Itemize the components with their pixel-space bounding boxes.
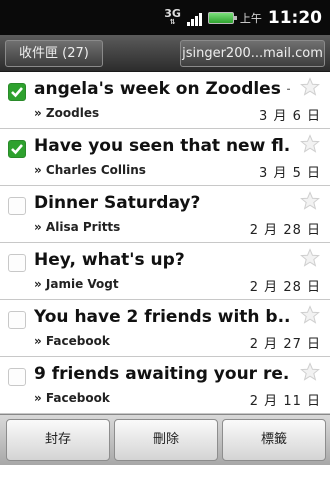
- message-date: 3 月 5 日: [259, 166, 321, 181]
- checkmark-icon: [11, 144, 23, 155]
- star-icon[interactable]: [300, 248, 320, 268]
- message-sender: » Facebook: [34, 391, 110, 405]
- message-date: 2 月 28 日: [249, 223, 321, 238]
- select-checkbox[interactable]: [8, 368, 26, 386]
- message-date: 3 月 6 日: [259, 109, 321, 124]
- select-checkbox[interactable]: [8, 254, 26, 272]
- status-bar: 3G ⇅ 上午 11:20: [0, 0, 330, 35]
- star-icon[interactable]: [300, 134, 320, 154]
- action-bar: 封存 刪除 標籤: [0, 414, 330, 465]
- header-bar: 收件匣 (27) jsinger200...mail.com: [0, 35, 330, 72]
- checkmark-icon: [11, 87, 23, 98]
- battery-icon: [207, 11, 237, 24]
- message-sender: » Alisa Pritts: [34, 220, 121, 234]
- message-subject: 9 friends awaiting your re...: [34, 364, 290, 384]
- select-checkbox[interactable]: [8, 140, 26, 158]
- message-date: 2 月 27 日: [249, 337, 321, 352]
- message-row[interactable]: You have 2 friends with b... » Facebook …: [0, 300, 330, 357]
- message-sender: » Zoodles: [34, 106, 100, 120]
- network-3g-icon: 3G ⇅: [164, 6, 181, 26]
- select-checkbox[interactable]: [8, 197, 26, 215]
- message-subject: You have 2 friends with b...: [34, 307, 290, 327]
- message-row[interactable]: Hey, what's up? » Jamie Vogt 2 月 28 日: [0, 243, 330, 300]
- message-subject: Have you seen that new fl...: [34, 136, 290, 156]
- message-sender: » Charles Collins: [34, 163, 146, 177]
- delete-button[interactable]: 刪除: [114, 419, 218, 461]
- star-icon[interactable]: [300, 191, 320, 211]
- status-icons: 3G ⇅ 上午 11:20: [164, 0, 322, 35]
- message-subject: Dinner Saturday?: [34, 193, 201, 213]
- message-date: 2 月 28 日: [249, 280, 321, 295]
- labels-button[interactable]: 標籤: [222, 419, 326, 461]
- select-checkbox[interactable]: [8, 83, 26, 101]
- folder-button[interactable]: 收件匣 (27): [5, 40, 103, 67]
- message-sender: » Jamie Vogt: [34, 277, 119, 291]
- message-subject: Hey, what's up?: [34, 250, 185, 270]
- clock-ampm: 上午: [239, 11, 262, 25]
- message-date: 2 月 11 日: [249, 394, 321, 409]
- star-icon[interactable]: [300, 305, 320, 325]
- message-sender: » Facebook: [34, 334, 110, 348]
- star-icon[interactable]: [300, 77, 320, 97]
- clock-time: 11:20: [267, 7, 322, 28]
- message-row[interactable]: Dinner Saturday? » Alisa Pritts 2 月 28 日: [0, 186, 330, 243]
- message-list: angela's week on Zoodles - ... » Zoodles…: [0, 72, 330, 414]
- message-row[interactable]: angela's week on Zoodles - ... » Zoodles…: [0, 72, 330, 129]
- signal-strength-icon: [186, 10, 202, 26]
- message-snippet: - ...: [281, 79, 290, 99]
- message-row[interactable]: Have you seen that new fl... » Charles C…: [0, 129, 330, 186]
- select-checkbox[interactable]: [8, 311, 26, 329]
- star-icon[interactable]: [300, 362, 320, 382]
- message-row[interactable]: 9 friends awaiting your re... » Facebook…: [0, 357, 330, 414]
- archive-button[interactable]: 封存: [6, 419, 110, 461]
- message-subject: angela's week on Zoodles - ...: [34, 79, 290, 99]
- account-button[interactable]: jsinger200...mail.com: [180, 40, 325, 67]
